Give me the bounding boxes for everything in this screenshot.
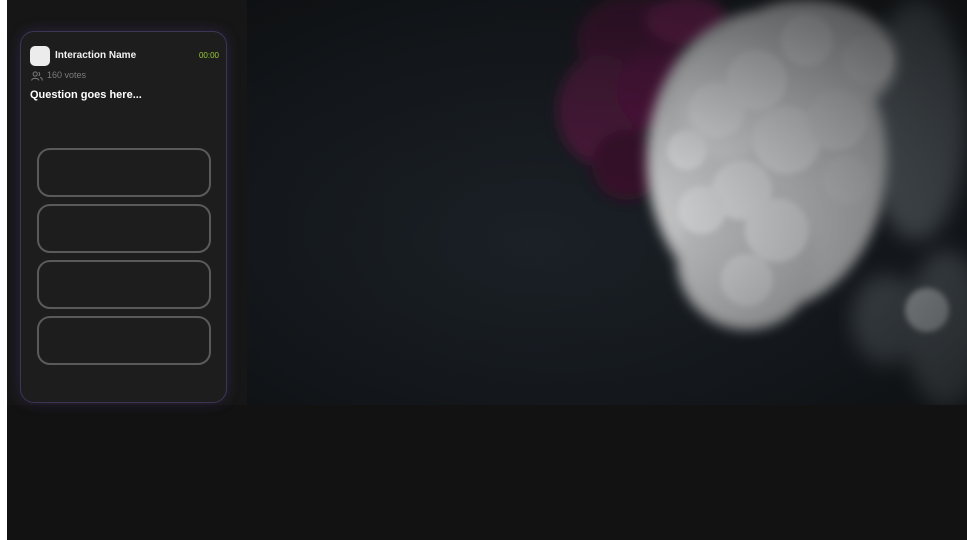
interaction-panel: Interaction Name 00:00 160 votes Questio… <box>7 0 247 405</box>
poll-option-1[interactable] <box>37 148 211 197</box>
poll-question: Question goes here... <box>30 89 142 101</box>
poll-option-2[interactable] <box>37 204 211 253</box>
poll-header: Interaction Name 00:00 <box>30 45 219 66</box>
app-root: Interaction Name 00:00 160 votes Questio… <box>7 0 967 540</box>
video-frame-ink-cloud <box>247 0 967 405</box>
vote-count: 160 votes <box>47 70 87 80</box>
poll-option-4[interactable] <box>37 316 211 365</box>
video-player[interactable] <box>247 0 967 405</box>
poll-timer: 00:00 <box>198 51 219 60</box>
poll-card: Interaction Name 00:00 160 votes Questio… <box>20 31 227 403</box>
users-icon <box>31 71 43 81</box>
interaction-name: Interaction Name <box>55 50 137 61</box>
poll-option-3[interactable] <box>37 260 211 309</box>
app-icon <box>30 46 50 66</box>
